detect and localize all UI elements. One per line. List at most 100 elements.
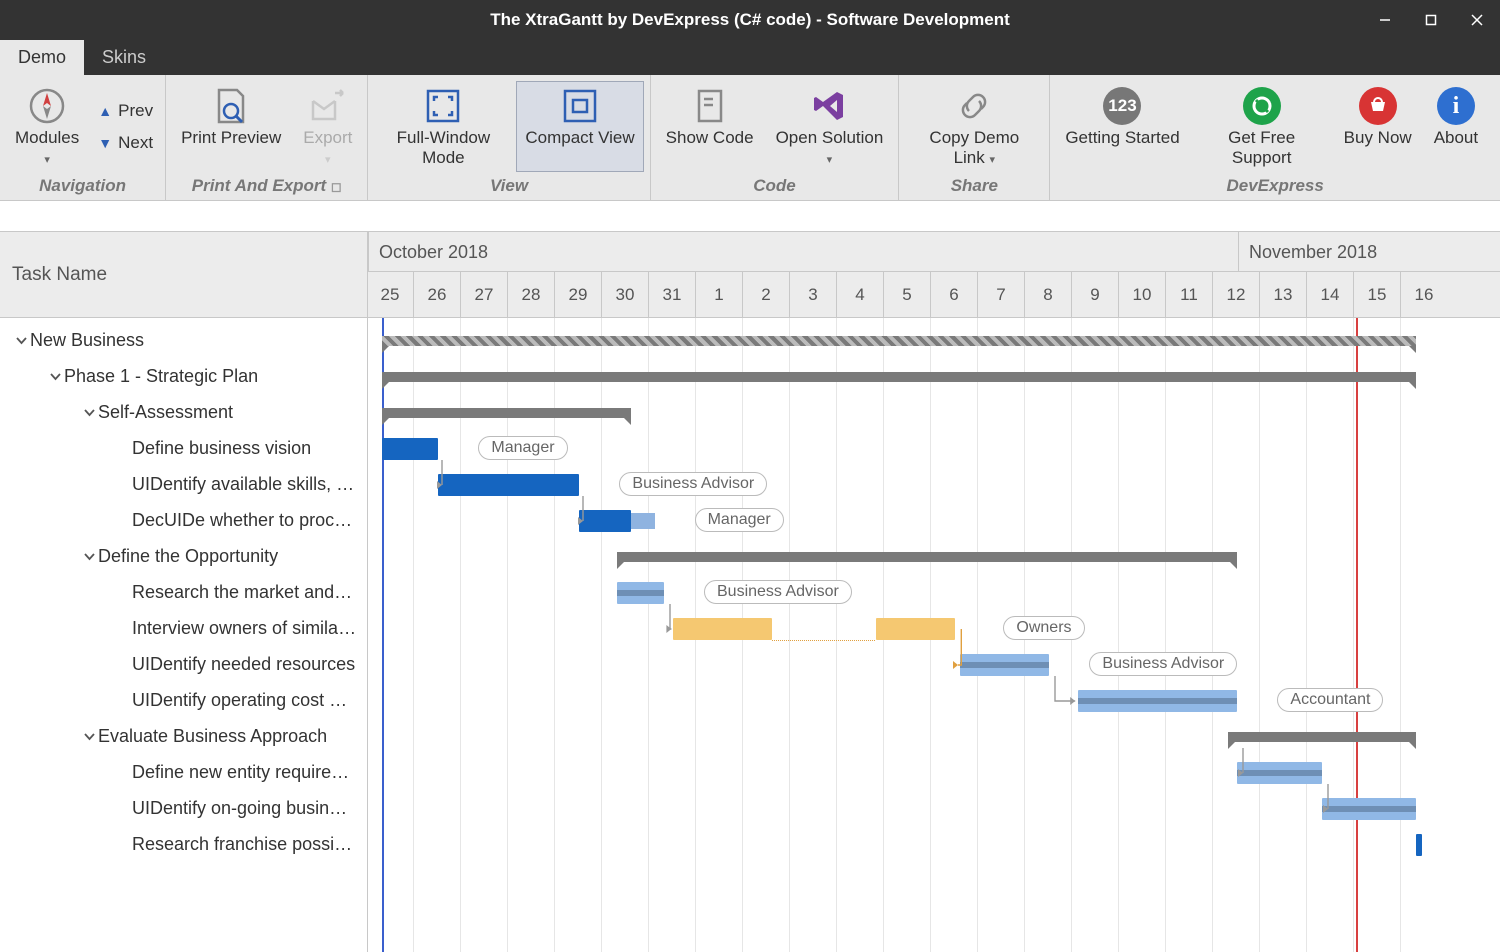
task-bar[interactable] (1078, 690, 1238, 712)
task-row[interactable]: UIDentify needed resources (0, 646, 367, 682)
role-tag: Business Advisor (619, 472, 767, 496)
day-cell: 30 (601, 272, 648, 317)
role-tag: Business Advisor (1089, 652, 1237, 676)
task-row[interactable]: Define new entity requirements (0, 754, 367, 790)
role-tag: Manager (695, 508, 784, 532)
export-label: Export (303, 128, 352, 147)
role-tag: Manager (478, 436, 567, 460)
task-row[interactable]: Self-Assessment (0, 394, 367, 430)
task-bar[interactable] (617, 582, 664, 604)
task-row[interactable]: UIDentify on-going business purchase opp… (0, 790, 367, 826)
export-button[interactable]: Export▾ (294, 81, 361, 172)
task-row[interactable]: UIDentify operating cost elements (0, 682, 367, 718)
task-label: UIDentify on-going business purchase opp… (132, 798, 357, 819)
task-row[interactable]: Define the Opportunity (0, 538, 367, 574)
modules-button[interactable]: Modules▾ (6, 81, 88, 172)
getting-started-button[interactable]: 123 Getting Started (1056, 81, 1188, 172)
day-cell: 5 (883, 272, 930, 317)
triangle-up-icon: ▲ (98, 103, 112, 119)
chevron-down-icon[interactable] (46, 371, 64, 382)
about-button[interactable]: i About (1425, 81, 1487, 172)
chevron-down-icon[interactable] (80, 731, 98, 742)
open-solution-button[interactable]: Open Solution▾ (767, 81, 893, 172)
maximize-button[interactable] (1408, 0, 1454, 40)
task-bar[interactable] (438, 474, 579, 496)
day-cell: 11 (1165, 272, 1212, 317)
task-row[interactable]: DecUIDe whether to proceed (0, 502, 367, 538)
print-preview-icon (211, 86, 251, 126)
task-bar[interactable] (960, 654, 1049, 676)
close-button[interactable] (1454, 0, 1500, 40)
task-bar[interactable] (673, 618, 772, 640)
tab-skins[interactable]: Skins (84, 40, 164, 75)
task-row[interactable]: UIDentify available skills, information … (0, 466, 367, 502)
grid-line (1259, 318, 1260, 952)
grid-line (789, 318, 790, 952)
task-row[interactable]: Interview owners of similar businesses (0, 610, 367, 646)
get-support-button[interactable]: Get Free Support (1193, 81, 1331, 172)
next-button[interactable]: ▼ Next (92, 131, 159, 155)
export-icon (308, 86, 348, 126)
task-tree-pane: Task Name New Business Phase 1 - Strategi… (0, 232, 368, 952)
gantt-body[interactable]: Manager Business Advisor Manager Business A… (368, 318, 1500, 952)
chevron-down-icon[interactable] (12, 335, 30, 346)
task-row[interactable]: New Business (0, 322, 367, 358)
grid-line (1353, 318, 1354, 952)
day-cell: 4 (836, 272, 883, 317)
ribbon-group-label: View (374, 172, 643, 198)
timeline-month-row: October 2018November 2018 (368, 232, 1500, 272)
task-row[interactable]: Define business vision (0, 430, 367, 466)
gantt-chart-pane[interactable]: October 2018November 2018 25262728293031… (368, 232, 1500, 952)
minimize-button[interactable] (1362, 0, 1408, 40)
full-window-label: Full-Window Mode (383, 128, 503, 167)
day-cell: 9 (1071, 272, 1118, 317)
about-label: About (1434, 128, 1478, 148)
day-cell: 31 (648, 272, 695, 317)
task-tree[interactable]: New Business Phase 1 - Strategic Plan Self… (0, 318, 367, 952)
task-row[interactable]: Research the market and competition (0, 574, 367, 610)
task-label: Evaluate Business Approach (98, 726, 327, 747)
summary-bar[interactable] (1228, 732, 1416, 742)
task-label: Phase 1 - Strategic Plan (64, 366, 258, 387)
day-cell: 2 (742, 272, 789, 317)
task-name-header: Task Name (0, 232, 367, 318)
buy-now-button[interactable]: Buy Now (1335, 81, 1421, 172)
summary-bar[interactable] (382, 372, 1416, 382)
summary-bar[interactable] (382, 408, 631, 418)
compact-view-button[interactable]: Compact View (516, 81, 643, 172)
task-label: Define business vision (132, 438, 311, 459)
print-preview-button[interactable]: Print Preview (172, 81, 290, 172)
prev-button[interactable]: ▲ Prev (92, 99, 159, 123)
split-connector (772, 640, 875, 641)
chevron-down-icon[interactable] (80, 407, 98, 418)
task-bar[interactable] (1416, 834, 1422, 856)
ribbon-group-label: Code (657, 172, 893, 198)
task-bar[interactable] (382, 438, 438, 460)
getting-started-icon: 123 (1102, 86, 1142, 126)
getting-started-label: Getting Started (1065, 128, 1179, 148)
task-row[interactable]: Research franchise possibilities (0, 826, 367, 862)
buy-now-label: Buy Now (1344, 128, 1412, 148)
timeline-day-row: 2526272829303112345678910111213141516 (368, 272, 1500, 317)
task-row[interactable]: Phase 1 - Strategic Plan (0, 358, 367, 394)
summary-bar[interactable] (382, 336, 1416, 346)
copy-demo-link-button[interactable]: Copy Demo Link ▾ (905, 81, 1043, 172)
summary-bar[interactable] (617, 552, 1237, 562)
compass-icon (27, 86, 67, 126)
ribbon-tabstrip: Demo Skins (0, 40, 1500, 75)
task-label: Self-Assessment (98, 402, 233, 423)
dependency-arrow (581, 494, 595, 533)
grid-line (1306, 318, 1307, 952)
full-window-mode-button[interactable]: Full-Window Mode (374, 81, 512, 172)
show-code-button[interactable]: Show Code (657, 81, 763, 172)
dependency-arrow (1053, 674, 1087, 713)
tab-demo[interactable]: Demo (0, 40, 84, 75)
task-row[interactable]: Evaluate Business Approach (0, 718, 367, 754)
task-bar[interactable] (876, 618, 956, 640)
day-cell: 16 (1400, 272, 1447, 317)
chevron-down-icon[interactable] (80, 551, 98, 562)
support-icon (1242, 86, 1282, 126)
month-label: November 2018 (1238, 232, 1377, 272)
grid-line (1118, 318, 1119, 952)
day-cell: 8 (1024, 272, 1071, 317)
